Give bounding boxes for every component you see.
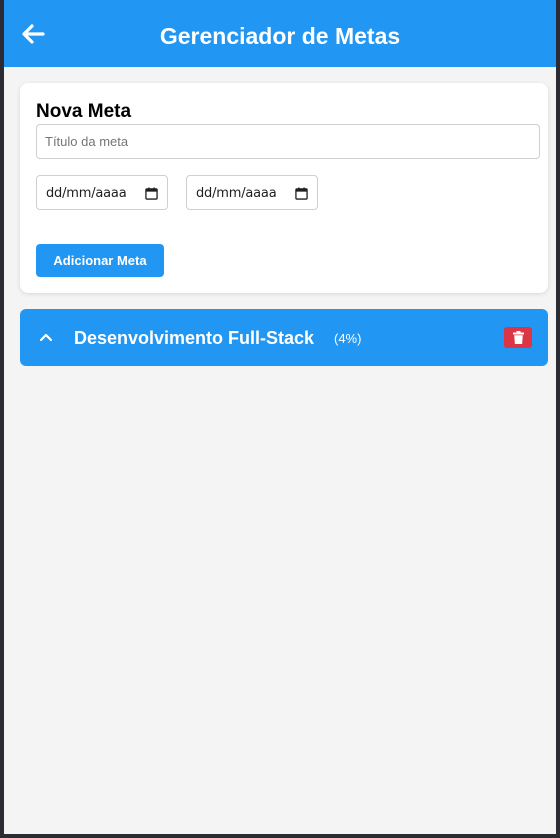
trash-icon	[512, 331, 524, 344]
chevron-up-icon[interactable]	[38, 330, 54, 344]
goal-item[interactable]: Desenvolvimento Full-Stack (4%)	[20, 309, 548, 366]
app-window: Gerenciador de Metas Nova Meta dd/mm/aaa…	[4, 0, 556, 834]
goal-title: Desenvolvimento Full-Stack	[74, 328, 315, 348]
calendar-icon[interactable]	[145, 187, 158, 200]
new-goal-heading: Nova Meta	[36, 101, 132, 122]
add-goal-button[interactable]: Adicionar Meta	[36, 244, 164, 277]
goal-progress: (4%)	[334, 331, 362, 346]
back-button[interactable]	[18, 19, 48, 49]
delete-goal-button[interactable]	[504, 327, 532, 348]
new-goal-card: Nova Meta dd/mm/aaaa dd/mm/aaaa Adiciona…	[20, 83, 548, 293]
start-date-input[interactable]: dd/mm/aaaa	[36, 175, 168, 210]
app-header: Gerenciador de Metas	[4, 0, 556, 67]
end-date-placeholder: dd/mm/aaaa	[196, 186, 277, 201]
page-title: Gerenciador de Metas	[159, 23, 401, 49]
start-date-placeholder: dd/mm/aaaa	[46, 186, 127, 201]
goal-title-input[interactable]	[36, 124, 540, 159]
arrow-left-icon	[22, 24, 45, 44]
calendar-icon[interactable]	[295, 187, 308, 200]
end-date-input[interactable]: dd/mm/aaaa	[186, 175, 318, 210]
